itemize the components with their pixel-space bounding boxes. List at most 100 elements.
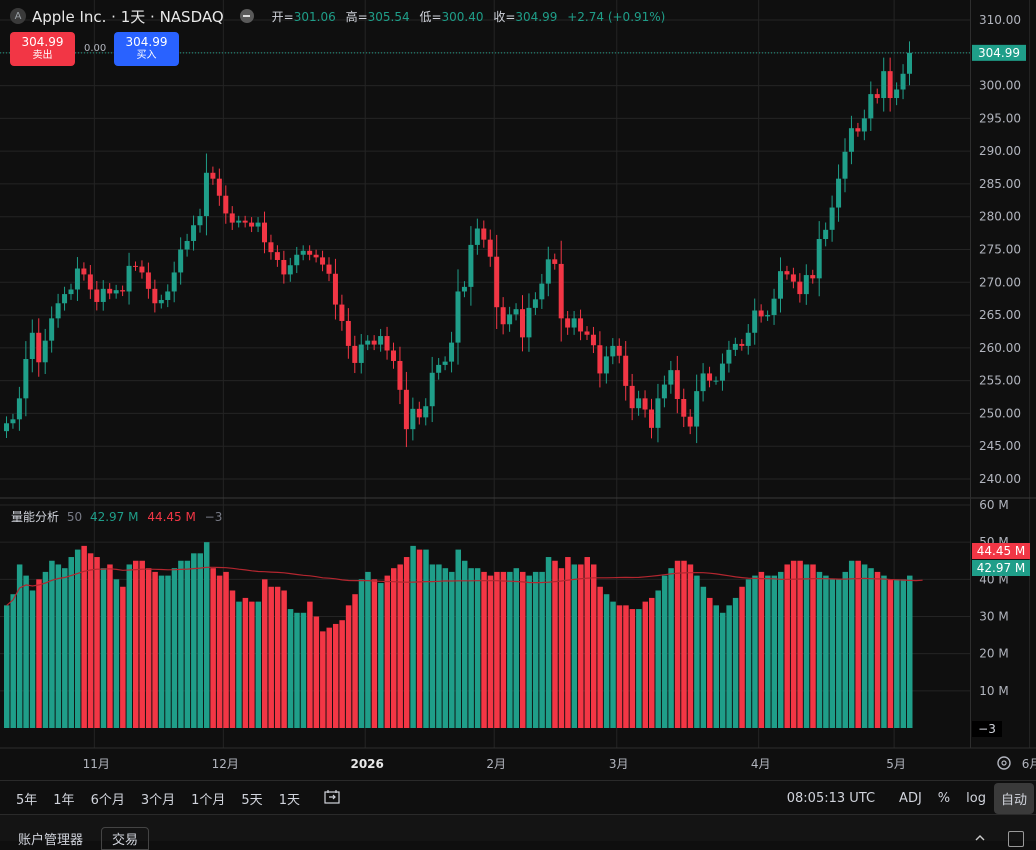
volume-bar <box>36 579 42 728</box>
volume-bar <box>855 560 861 728</box>
candle-body <box>449 342 455 362</box>
volume-bar <box>429 564 436 728</box>
volume-bottom-label: −3 <box>978 722 996 736</box>
range-5[interactable]: 5天 <box>233 789 270 808</box>
price-tick-label: 280.00 <box>979 210 1021 224</box>
candle-body <box>49 318 55 341</box>
chart-svg[interactable]: 310.00305.00300.00295.00290.00285.00280.… <box>0 0 1036 780</box>
low-label: 低= <box>419 9 442 24</box>
maximize-icon[interactable] <box>1008 831 1024 847</box>
candle-body <box>726 349 732 364</box>
candle-body <box>642 398 648 410</box>
candle-body <box>10 419 16 424</box>
volume-tick-label: 20 M <box>979 647 1008 661</box>
sell-button[interactable]: 304.99 卖出 <box>10 32 75 66</box>
trade-tab[interactable]: 交易 <box>101 827 150 850</box>
volume-bar <box>700 586 707 728</box>
volume-bar <box>397 564 403 728</box>
chart[interactable]: 310.00305.00300.00295.00290.00285.00280.… <box>0 0 1036 780</box>
clock-time[interactable]: 08:05:13 UTC <box>779 791 883 806</box>
volume-bar <box>539 571 545 728</box>
candle-body <box>416 408 422 418</box>
range-1[interactable]: 1年 <box>45 789 82 808</box>
candle-body <box>468 244 474 287</box>
volume-bar <box>590 564 597 728</box>
range-2[interactable]: 6个月 <box>83 789 133 808</box>
volume-bar <box>4 605 10 728</box>
volume-bars <box>4 542 913 728</box>
volume-bar <box>94 557 100 728</box>
candle-body <box>429 372 435 407</box>
range-6[interactable]: 1天 <box>271 789 308 808</box>
volume-last-label: 42.97 M <box>977 561 1026 575</box>
volume-bar <box>378 583 384 728</box>
volume-bar <box>152 571 158 728</box>
volume-bar <box>584 557 590 728</box>
candle-body <box>681 399 687 417</box>
candle-body <box>178 249 184 273</box>
candle-body <box>455 291 461 343</box>
range-0[interactable]: 5年 <box>8 789 45 808</box>
volume-bar <box>320 631 326 728</box>
volume-bar <box>139 560 145 728</box>
volume-bar <box>752 575 758 728</box>
volume-bar <box>281 590 287 728</box>
candle-body <box>229 213 235 223</box>
volume-bar <box>868 568 874 728</box>
log-button[interactable]: log <box>958 791 994 806</box>
time-tick-label: 2026 <box>350 757 383 771</box>
volume-bar <box>197 553 203 728</box>
symbol-title[interactable]: Apple Inc. · 1天 · NASDAQ <box>32 6 224 27</box>
candle-body <box>133 265 138 267</box>
adj-button[interactable]: ADJ <box>891 791 930 806</box>
volume-bar <box>552 560 558 728</box>
range-3[interactable]: 3个月 <box>133 789 183 808</box>
volume-bar <box>894 579 900 728</box>
volume-legend[interactable]: 量能分析 50 42.97 M 44.45 M −3 <box>11 508 222 525</box>
candle-body <box>900 73 906 90</box>
candle-body <box>552 259 558 264</box>
candle-body <box>384 336 390 351</box>
candle-body <box>339 304 345 321</box>
volume-bar <box>674 560 681 728</box>
candle-body <box>868 94 874 119</box>
volume-bar <box>578 564 584 728</box>
gear-ring <box>997 756 1011 770</box>
time-tick-label: 12月 <box>212 757 239 771</box>
volume-bar <box>481 571 487 728</box>
candle-body <box>313 254 319 258</box>
open-label: 开= <box>271 9 294 24</box>
buy-button[interactable]: 304.99 买入 <box>114 32 179 66</box>
volume-bar <box>597 586 603 728</box>
account-manager-tab[interactable]: 账户管理器 <box>18 829 83 848</box>
candle-body <box>790 274 796 282</box>
volume-bar <box>707 597 713 728</box>
candle-body <box>745 332 751 346</box>
candle-body <box>262 222 267 243</box>
volume-bar <box>442 568 449 728</box>
volume-bar <box>365 571 371 728</box>
volume-bar <box>352 594 358 728</box>
range-4[interactable]: 1个月 <box>183 789 233 808</box>
candle-body <box>223 195 229 214</box>
candle-body <box>758 310 764 317</box>
candle-body <box>391 350 396 361</box>
percent-button[interactable]: % <box>930 791 958 806</box>
auto-button[interactable]: 自动 <box>993 782 1034 814</box>
volume-bar <box>642 601 649 728</box>
volume-bar <box>391 568 397 728</box>
collapse-icon[interactable] <box>239 9 254 23</box>
volume-bar <box>274 586 281 728</box>
volume-bar <box>694 575 700 728</box>
settings-gear-icon[interactable] <box>997 756 1011 770</box>
date-range-icon[interactable] <box>322 789 342 807</box>
candle-body <box>494 256 500 308</box>
candle-body <box>287 265 293 275</box>
candle-body <box>29 332 35 360</box>
volume-bar <box>120 586 126 728</box>
chevron-up-icon[interactable] <box>973 831 987 845</box>
volume-bar <box>255 601 262 728</box>
price-tick-label: 285.00 <box>979 177 1021 191</box>
low-value: 300.40 <box>441 9 484 24</box>
price-tick-label: 270.00 <box>979 275 1021 289</box>
